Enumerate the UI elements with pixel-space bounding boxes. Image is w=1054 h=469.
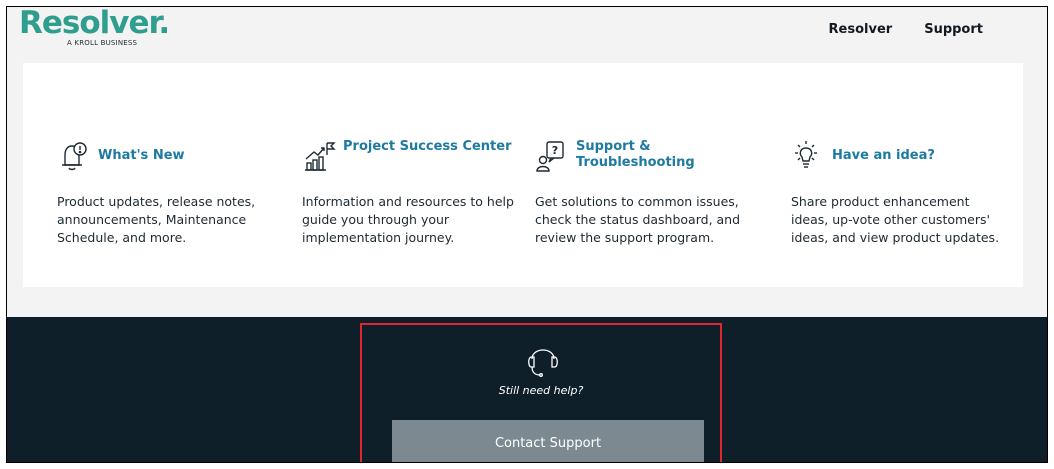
card-project-success[interactable]: Project Success Center Information and r… (302, 139, 517, 247)
card-title-support-troubleshooting[interactable]: Support & Troubleshooting (576, 139, 750, 171)
nav-link-resolver[interactable]: Resolver (829, 22, 893, 37)
resolver-logo[interactable]: Resolver. A KROLL BUSINESS (19, 6, 170, 47)
card-description: Get solutions to common issues, check th… (535, 194, 741, 245)
card-header: ? Support & Troubleshooting (535, 139, 750, 187)
card-description: Product updates, release notes, announce… (57, 194, 256, 245)
card-title-have-an-idea[interactable]: Have an idea? (832, 148, 935, 164)
nav-link-support[interactable]: Support (924, 22, 983, 37)
resource-panel: What's New Product updates, release note… (23, 63, 1023, 287)
lightbulb-icon (795, 141, 817, 168)
help-section-highlight: Still need help? Contact Support (360, 323, 722, 462)
svg-text:?: ? (552, 144, 558, 157)
page-frame: Resolver. A KROLL BUSINESS Resolver Supp… (6, 6, 1048, 463)
site-header: Resolver. A KROLL BUSINESS Resolver Supp… (7, 7, 1047, 63)
logo-subtext: A KROLL BUSINESS (67, 39, 138, 47)
card-title-project-success[interactable]: Project Success Center (343, 139, 512, 155)
person-question-icon: ? (536, 141, 564, 172)
card-support-troubleshooting[interactable]: ? Support & Troubleshooting Get solution… (535, 139, 750, 247)
top-nav: Resolver Support (829, 22, 1047, 37)
card-description: Information and resources to help guide … (302, 194, 514, 245)
card-title-whats-new[interactable]: What's New (98, 148, 185, 164)
help-footer: Still need help? Contact Support (7, 317, 1047, 462)
help-prompt: Still need help? (498, 384, 584, 397)
card-description: Share product enhancement ideas, up-vote… (791, 194, 1000, 245)
contact-support-button[interactable]: Contact Support (392, 420, 704, 462)
chart-flag-icon (305, 142, 336, 171)
card-header: What's New (57, 139, 272, 187)
bell-alert-icon (62, 142, 87, 171)
card-header: Project Success Center (302, 139, 517, 187)
card-header: Have an idea? (791, 139, 1006, 187)
logo-wordmark: Resolver. (19, 6, 170, 41)
headset-icon (528, 349, 558, 377)
card-whats-new[interactable]: What's New Product updates, release note… (57, 139, 272, 247)
card-have-an-idea[interactable]: Have an idea? Share product enhancement … (791, 139, 1006, 247)
